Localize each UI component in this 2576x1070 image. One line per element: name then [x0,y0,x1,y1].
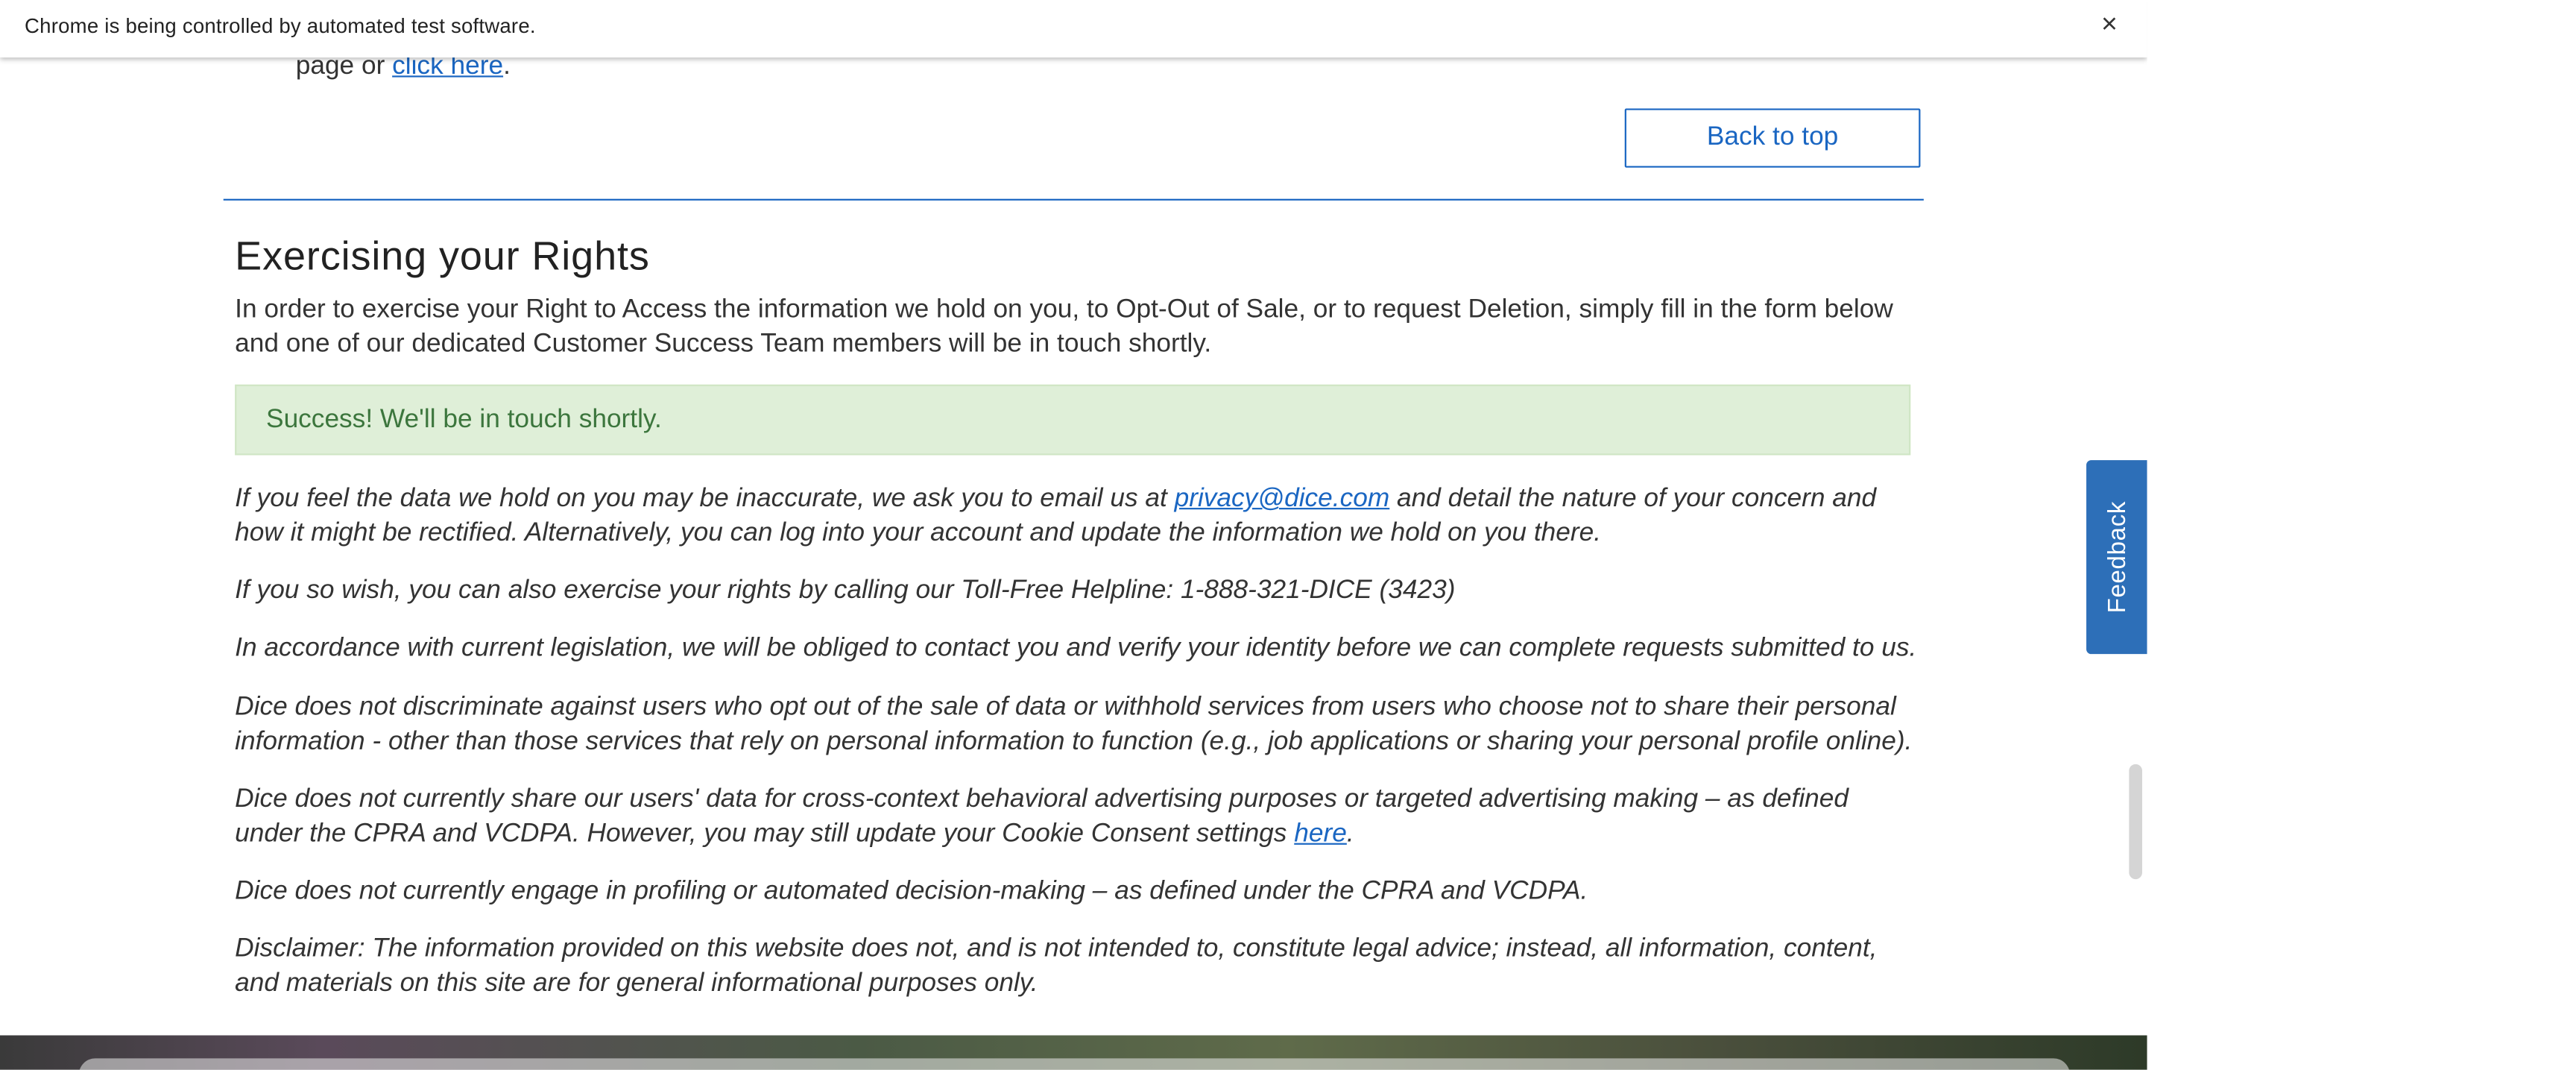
feedback-label: Feedback [2103,500,2131,614]
success-message: Success! We'll be in touch shortly. [266,406,662,434]
disclaimer-paragraph: Disclaimer: The information provided on … [235,935,1878,998]
section-divider [223,198,1924,201]
success-alert: Success! We'll be in touch shortly. [235,384,1911,456]
inaccurate-data-paragraph: If you feel the data we hold on you may … [235,482,1919,551]
footer-overlay [78,1058,2071,1070]
non-discrimination-paragraph: Dice does not discriminate against users… [235,693,1913,756]
close-icon[interactable]: × [2101,8,2118,41]
footer-image-strip [0,1035,2147,1070]
browser-viewport: Chrome is being controlled by automated … [0,0,2147,1070]
p5-text: Dice does not currently share our users'… [235,785,1849,849]
profiling-paragraph: Dice does not currently engage in profil… [235,877,1588,906]
back-to-top-button[interactable]: Back to top [1624,108,1921,168]
feedback-tab[interactable]: Feedback [2086,460,2147,655]
privacy-email-link[interactable]: privacy@dice.com [1175,485,1390,512]
automation-infobar: Chrome is being controlled by automated … [0,0,2147,58]
infobar-message: Chrome is being controlled by automated … [25,14,536,38]
cookie-settings-link[interactable]: here [1294,820,1347,848]
scrollbar-thumb[interactable] [2129,764,2142,880]
helpline-paragraph: If you so wish, you can also exercise yo… [235,576,1456,605]
advertising-paragraph: Dice does not currently share our users'… [235,782,1919,852]
p1-text-before: If you feel the data we hold on you may … [235,485,1167,513]
page-title: Exercising your Rights [235,235,650,280]
p5-text-after: . [1346,819,1354,849]
verification-paragraph: In accordance with current legislation, … [235,634,1917,663]
rights-intro: In order to exercise your Right to Acces… [235,295,1893,359]
